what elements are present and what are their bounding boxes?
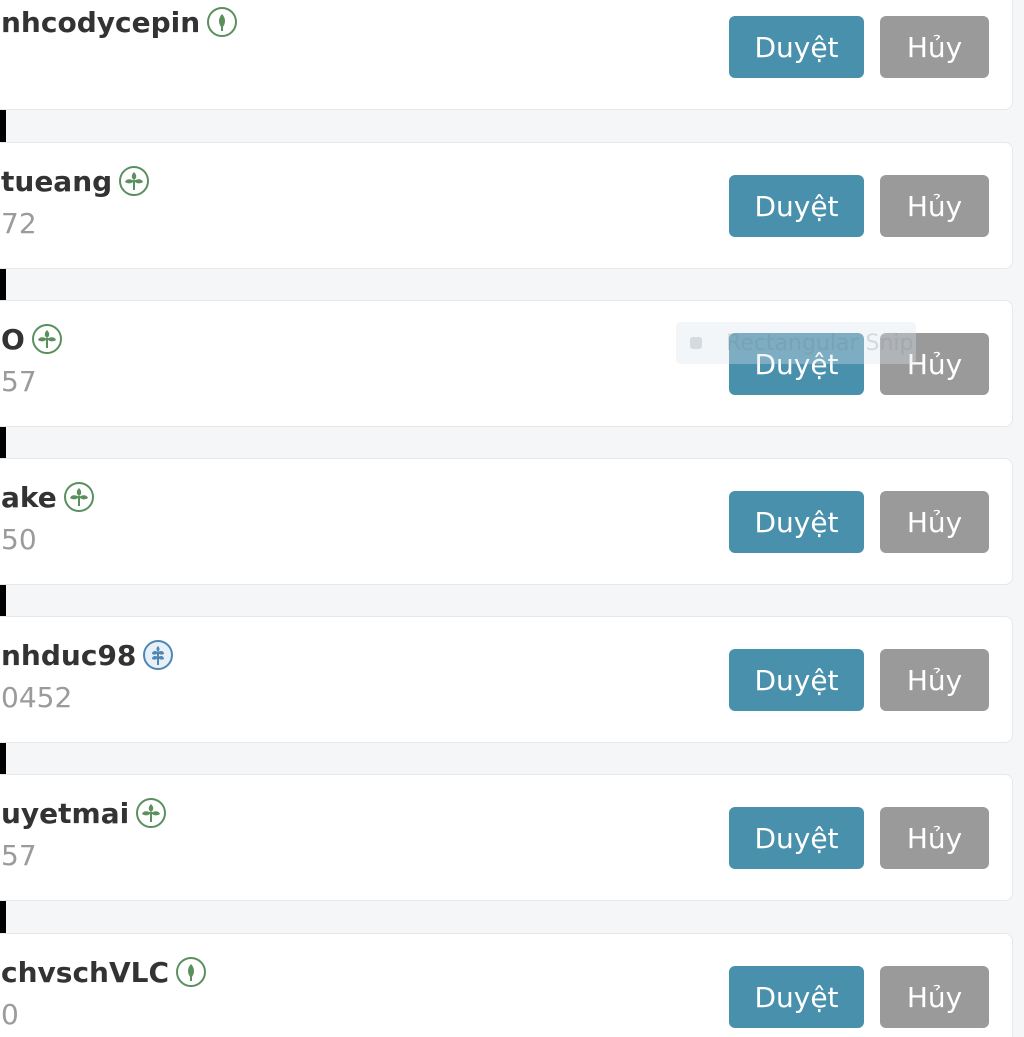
cancel-button[interactable]: Hủy	[880, 16, 989, 78]
list-item: nhcodycepin Duyệt Hủy	[0, 0, 1013, 110]
plant-icon	[63, 481, 95, 513]
list-item: tueang 72 Duyệt Hủy	[0, 142, 1013, 269]
approve-button[interactable]: Duyệt	[729, 649, 864, 711]
cancel-button[interactable]: Hủy	[880, 333, 989, 395]
cancel-button[interactable]: Hủy	[880, 649, 989, 711]
user-name-row: uyetmai	[1, 795, 167, 831]
username[interactable]: nhduc98	[1, 639, 136, 672]
plant-icon	[135, 797, 167, 829]
username[interactable]: uyetmai	[1, 797, 129, 830]
cancel-button[interactable]: Hủy	[880, 807, 989, 869]
approve-button[interactable]: Duyệt	[729, 491, 864, 553]
user-name-row: tueang	[1, 163, 150, 199]
username[interactable]: ake	[1, 481, 57, 514]
user-name-row: nhcodycepin	[1, 4, 238, 40]
user-name-row: ake	[1, 479, 95, 515]
user-id: 72	[1, 207, 37, 240]
list-item: chvschVLC 0 Duyệt Hủy	[0, 933, 1013, 1037]
approve-button[interactable]: Duyệt	[729, 175, 864, 237]
user-id: 0452	[1, 681, 73, 714]
list-item: O 57 Duyệt Hủy	[0, 300, 1013, 427]
plant-icon	[118, 165, 150, 197]
approve-button[interactable]: Duyệt	[729, 16, 864, 78]
cancel-button[interactable]: Hủy	[880, 175, 989, 237]
approve-button[interactable]: Duyệt	[729, 333, 864, 395]
user-name-row: nhduc98	[1, 637, 174, 673]
list-item: uyetmai 57 Duyệt Hủy	[0, 774, 1013, 901]
username[interactable]: tueang	[1, 165, 112, 198]
username[interactable]: nhcodycepin	[1, 6, 200, 39]
user-id: 57	[1, 839, 37, 872]
approve-button[interactable]: Duyệt	[729, 807, 864, 869]
username[interactable]: O	[1, 323, 25, 356]
approve-button[interactable]: Duyệt	[729, 966, 864, 1028]
list-item: ake 50 Duyệt Hủy	[0, 458, 1013, 585]
list-item: nhduc98 0452 Duyệt Hủy	[0, 616, 1013, 743]
wheat-icon	[142, 639, 174, 671]
user-name-row: chvschVLC	[1, 954, 207, 990]
user-id: 50	[1, 523, 37, 556]
cancel-button[interactable]: Hủy	[880, 966, 989, 1028]
user-id: 57	[1, 365, 37, 398]
user-name-row: O	[1, 321, 63, 357]
sprout-icon	[206, 6, 238, 38]
user-id: 0	[1, 998, 19, 1031]
username[interactable]: chvschVLC	[1, 956, 169, 989]
plant-icon	[31, 323, 63, 355]
cancel-button[interactable]: Hủy	[880, 491, 989, 553]
sprout-icon	[175, 956, 207, 988]
